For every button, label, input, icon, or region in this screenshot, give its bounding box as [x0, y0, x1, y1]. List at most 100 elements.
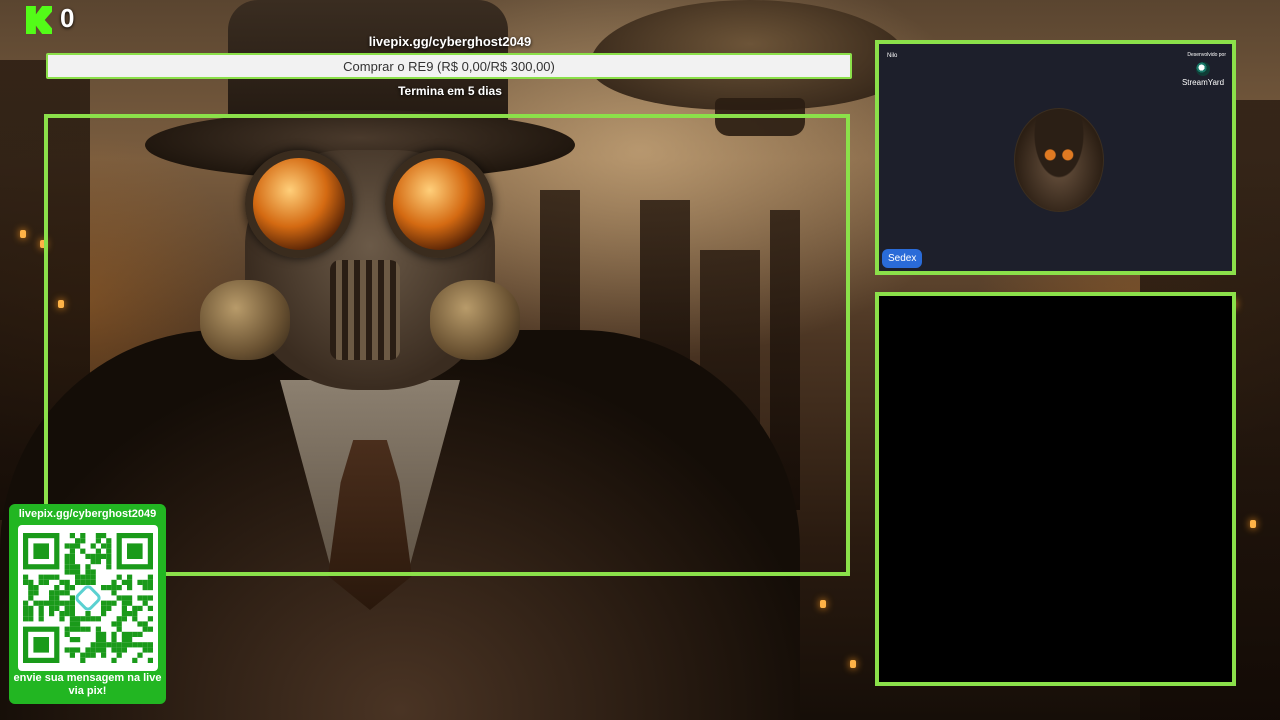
qr-module	[54, 605, 60, 611]
qr-module	[64, 569, 70, 575]
qr-module	[90, 579, 96, 585]
streamyard-logo-icon	[1196, 62, 1210, 76]
qr-module	[127, 631, 133, 637]
qr-module	[95, 559, 101, 565]
qr-module	[64, 631, 70, 637]
qr-module	[116, 585, 122, 591]
qr-module	[142, 621, 148, 627]
streamyard-brand-text: StreamYard	[1181, 78, 1225, 87]
qr-module	[116, 647, 122, 653]
qr-module	[75, 579, 81, 585]
qr-module	[64, 585, 70, 591]
qr-module	[106, 564, 112, 570]
qr-module	[59, 616, 65, 622]
qr-module	[147, 585, 153, 591]
qr-module	[101, 600, 107, 606]
qr-module	[121, 647, 127, 653]
qr-module	[75, 574, 81, 580]
qr-module	[80, 616, 86, 622]
qr-module	[75, 621, 81, 627]
qr-module	[127, 611, 133, 617]
qr-module	[142, 595, 148, 601]
qr-module	[121, 616, 127, 622]
qr-module	[85, 553, 91, 559]
qr-module	[64, 543, 70, 549]
qr-module	[49, 590, 55, 596]
qr-module	[127, 579, 133, 585]
qr-module	[142, 642, 148, 648]
qr-module	[75, 569, 81, 575]
qr-module	[80, 574, 86, 580]
qr-module	[38, 579, 44, 585]
qr-module	[111, 585, 117, 591]
qr-module	[101, 611, 107, 617]
qr-module	[147, 657, 153, 663]
qr-module	[80, 533, 86, 539]
qr-module	[90, 569, 96, 575]
qr-module	[101, 652, 107, 658]
qr-module	[80, 538, 86, 544]
qr-module	[38, 605, 44, 611]
qr-module	[59, 590, 65, 596]
qr-module	[101, 553, 107, 559]
qr-module	[85, 626, 91, 632]
qr-module	[69, 626, 75, 632]
goal-progress-bar: Comprar o RE9 (R$ 0,00/R$ 300,00)	[46, 53, 852, 79]
pix-url: livepix.gg/cyberghost2049	[18, 508, 157, 520]
qr-module	[121, 637, 127, 643]
qr-module	[90, 642, 96, 648]
qr-module	[116, 626, 122, 632]
qr-module	[69, 553, 75, 559]
qr-module	[95, 637, 101, 643]
qr-module	[111, 590, 117, 596]
qr-module	[121, 579, 127, 585]
qr-module	[90, 616, 96, 622]
qr-module	[116, 642, 122, 648]
qr-module	[28, 605, 34, 611]
qr-module	[116, 616, 122, 622]
qr-module	[85, 647, 91, 653]
qr-module	[59, 579, 65, 585]
qr-module	[64, 600, 70, 606]
camera-panel: Nilo Desenvolvido por StreamYard Sedex	[875, 40, 1236, 275]
qr-module	[23, 574, 29, 580]
qr-module	[90, 574, 96, 580]
qr-module	[101, 642, 107, 648]
qr-module	[106, 559, 112, 565]
goal-label: Comprar o RE9 (R$ 0,00/R$ 300,00)	[343, 58, 555, 74]
qr-module	[121, 605, 127, 611]
qr-module	[69, 652, 75, 658]
qr-module	[80, 652, 86, 658]
qr-module	[28, 590, 34, 596]
qr-module	[106, 585, 112, 591]
qr-module	[54, 595, 60, 601]
qr-module	[90, 647, 96, 653]
qr-module	[75, 626, 81, 632]
qr-module	[64, 559, 70, 565]
qr-module	[127, 600, 133, 606]
qr-module	[127, 574, 133, 580]
qr-module	[95, 538, 101, 544]
qr-module	[69, 621, 75, 627]
qr-module	[43, 600, 49, 606]
qr-module	[137, 621, 143, 627]
qr-module	[80, 626, 86, 632]
qr-module	[95, 647, 101, 653]
qr-module	[116, 621, 122, 627]
qr-module	[49, 574, 55, 580]
goal-ends-text: Termina em 5 dias	[398, 84, 502, 98]
qr-module	[95, 631, 101, 637]
goal-url: livepix.gg/cyberghost2049	[368, 34, 532, 49]
streamyard-logo: StreamYard	[1180, 62, 1226, 87]
qr-module	[69, 548, 75, 554]
participant-name-tag: Sedex	[882, 249, 923, 268]
qr-module	[43, 579, 49, 585]
qr-module	[101, 631, 107, 637]
chat-panel	[875, 292, 1236, 686]
qr-module	[111, 647, 117, 653]
qr-module	[80, 657, 86, 663]
qr-module	[90, 559, 96, 565]
qr-module	[64, 626, 70, 632]
qr-module	[49, 595, 55, 601]
qr-module	[111, 631, 117, 637]
